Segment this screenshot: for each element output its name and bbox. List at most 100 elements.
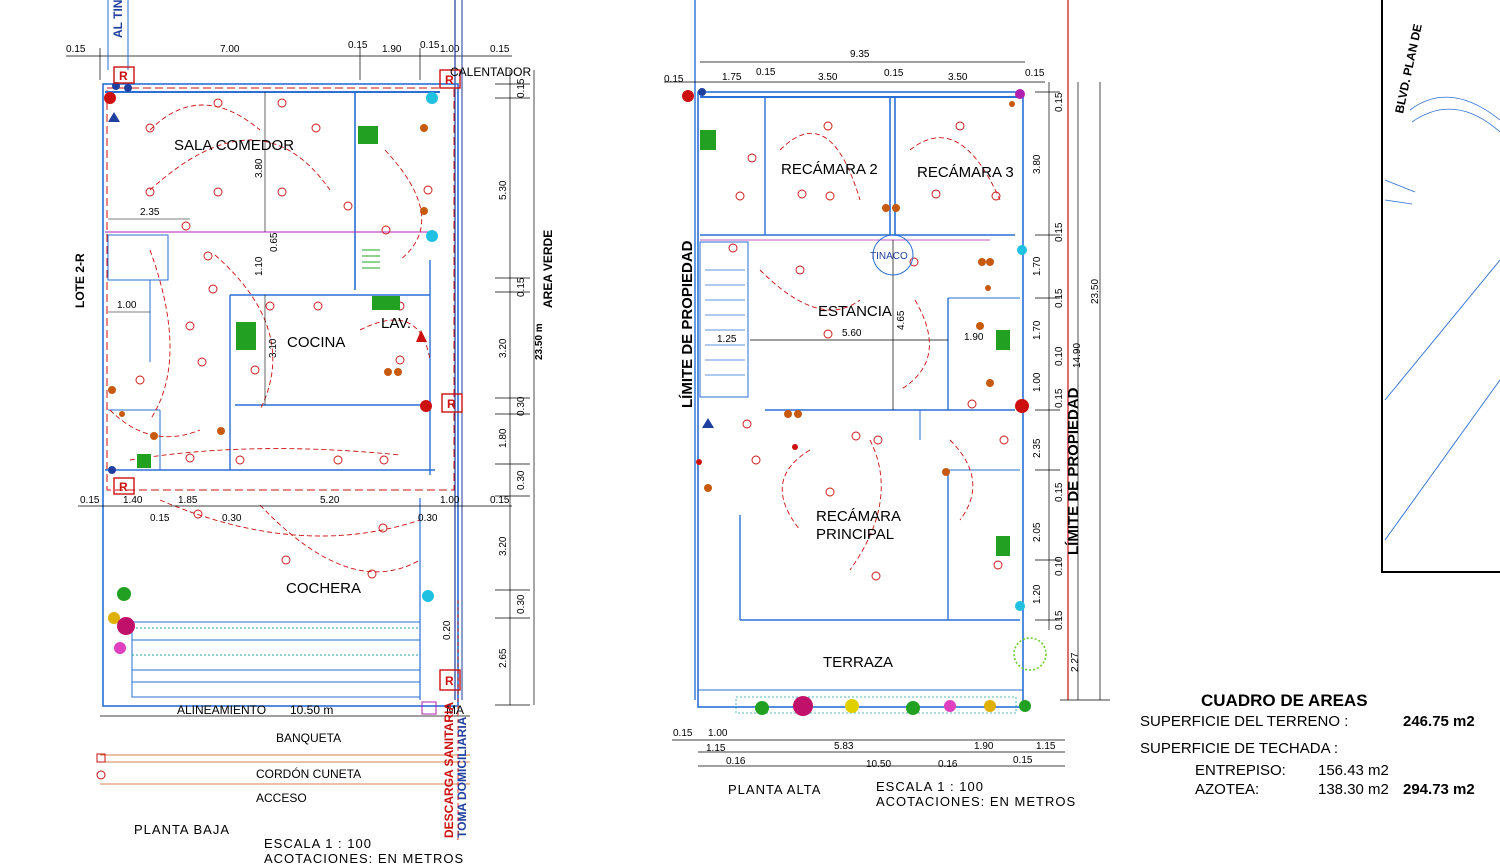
gf-dim-mid-2: 1.85 — [178, 495, 198, 506]
uf-dim-right-10: 0.15 — [1054, 482, 1065, 502]
gf-dim-inner-5: 3.10 — [268, 338, 279, 358]
uf-dim-inner-1: 5.60 — [842, 328, 862, 339]
gf-dim-right-1: 5.30 — [498, 180, 509, 200]
gf-room-living: SALA COMEDOR — [174, 137, 294, 154]
gf-heater-label: CALENTADOR — [450, 65, 531, 79]
gf-register-1: R — [113, 66, 135, 84]
gf-total-depth: 23.50 m — [534, 323, 545, 360]
uf-dim-right-5: 1.70 — [1032, 320, 1043, 340]
gf-plan-scale: ESCALA 1 : 100 — [264, 836, 372, 851]
gf-register-4: R — [113, 477, 135, 495]
gf-dim-right-6: 0.30 — [516, 470, 527, 490]
uf-dim-bottom-8: 0.16 — [938, 759, 958, 770]
gf-room-garage: COCHERA — [286, 580, 361, 597]
gf-right-green-label: AREA VERDE — [541, 230, 555, 308]
gf-dim-right-8: 0.30 — [516, 594, 527, 614]
gf-dim-top-3: 1.90 — [382, 44, 402, 55]
gf-room-kitchen: COCINA — [287, 334, 345, 351]
gf-dim-mid-5: 0.15 — [490, 495, 510, 506]
uf-dim-right-13: 1.20 — [1032, 584, 1043, 604]
gf-dim-inner-1: 2.35 — [140, 207, 160, 218]
gf-dim-mid-4: 1.00 — [440, 495, 460, 506]
gf-dim-inner-2: 0.65 — [269, 232, 280, 252]
uf-boundary-left: LÍMITE DE PROPIEDAD — [679, 240, 696, 408]
gf-dim-inner-4: 1.00 — [117, 300, 137, 311]
uf-room-master-2: PRINCIPAL — [816, 526, 894, 543]
gf-utility-sanitary: DESCARGA SANITARIA — [442, 702, 456, 838]
uf-dim-top-3: 0.15 — [756, 67, 776, 78]
gf-utility-water: TOMA DOMICILIARIA — [455, 716, 469, 838]
gf-dim-top-2: 0.15 — [348, 40, 368, 51]
uf-room-terrace: TERRAZA — [823, 654, 893, 671]
uf-dim-top-5: 0.15 — [884, 68, 904, 79]
gf-dim-right-7: 3.20 — [498, 536, 509, 556]
gf-room-laundry: LAV. — [381, 315, 411, 332]
gf-dim-right-9: 2.65 — [498, 648, 509, 668]
gf-dim-top-0: 0.15 — [66, 44, 86, 55]
uf-plan-scale: ESCALA 1 : 100 — [876, 779, 984, 794]
uf-dim-bottom-6: 0.16 — [726, 756, 746, 767]
uf-dim-bottom-3: 5.83 — [834, 741, 854, 752]
uf-dim-inner-3: 1.90 — [964, 332, 984, 343]
area-terrain-label: SUPERFICIE DEL TERRENO : — [1140, 713, 1348, 730]
uf-dim-bottom-1: 1.00 — [708, 728, 728, 739]
gf-dim-top-5: 1.00 — [440, 44, 460, 55]
gf-street-2: ACCESO — [256, 791, 307, 805]
uf-dim-right-12: 0.10 — [1054, 556, 1065, 576]
gf-dim-right-3: 3.20 — [498, 338, 509, 358]
uf-room-master-1: RECÁMARA — [816, 508, 901, 525]
gf-dim-small-2: 0.30 — [418, 513, 438, 524]
uf-dim-right-7: 1.00 — [1032, 372, 1043, 392]
gf-dim-top-1: 7.00 — [220, 44, 240, 55]
area-terrain-value: 246.75 m2 — [1403, 713, 1475, 730]
gf-alignment-label: ALINEAMIENTO — [177, 703, 266, 717]
uf-dim-right-6: 0.10 — [1054, 346, 1065, 366]
ground-floor-plan: 0.15 7.00 0.15 1.90 0.15 1.00 0.15 AL TI… — [66, 0, 555, 866]
uf-dim-top-4: 3.50 — [818, 72, 838, 83]
area-roofed-label: SUPERFICIE DE TECHADA : — [1140, 740, 1338, 757]
gf-dim-right-5: 1.80 — [498, 428, 509, 448]
uf-room-living: ESTANCIA — [818, 303, 892, 320]
uf-dim-bottom-9: 0.15 — [1013, 755, 1033, 766]
gf-dim-mid-0: 0.15 — [80, 495, 100, 506]
gf-dim-top-4: 0.15 — [420, 40, 440, 51]
gf-dim-inner-6: 0.20 — [442, 620, 453, 640]
uf-dim-right-14: 0.15 — [1054, 610, 1065, 630]
area-table-title: CUADRO DE AREAS — [1201, 691, 1368, 710]
gf-dim-top-6: 0.15 — [490, 44, 510, 55]
gf-left-lot-label: LOTE 2-R — [73, 253, 87, 308]
gf-register-5: R — [439, 669, 461, 691]
gf-dim-right-4: 0.30 — [516, 396, 527, 416]
gf-alignment-length: 10.50 m — [290, 703, 333, 717]
uf-dim-bottom-4: 1.90 — [974, 741, 994, 752]
uf-boundary-right: LÍMITE DE PROPIEDAD — [1065, 387, 1082, 555]
gf-plan-units: ACOTACIONES: EN METROS — [264, 851, 464, 866]
gf-dim-small-1: 0.30 — [222, 513, 242, 524]
area-roof-label: AZOTEA: — [1195, 781, 1259, 798]
location-street-label: BLVD. PLAN DE — [1392, 23, 1425, 115]
gf-dim-mid-1: 1.40 — [123, 495, 143, 506]
uf-dim-right-2: 0.15 — [1054, 222, 1065, 242]
uf-dim-top-1: 0.15 — [664, 74, 684, 85]
upper-floor-plan: 9.35 0.15 1.75 0.15 3.50 0.15 3.50 0.15 — [664, 0, 1110, 809]
uf-tinaco-label: TINACO — [870, 251, 908, 262]
area-mezz-label: ENTREPISO: — [1195, 762, 1286, 779]
uf-dim-right-1: 3.80 — [1032, 154, 1043, 174]
gf-dim-small-0: 0.15 — [150, 513, 170, 524]
uf-dim-bottom-2: 1.15 — [706, 743, 726, 754]
gf-dim-inner-3: 1.10 — [254, 256, 265, 276]
uf-dim-top-0: 9.35 — [850, 49, 870, 60]
area-mezz-value: 156.43 m2 — [1318, 762, 1389, 779]
uf-dim-right-0: 0.15 — [1054, 92, 1065, 112]
uf-plan-title: PLANTA ALTA — [728, 782, 821, 797]
uf-dim-right-3: 1.70 — [1032, 256, 1043, 276]
gf-label-top: AL TINA — [111, 0, 125, 38]
uf-dim-inner-0: 1.25 — [717, 334, 737, 345]
gf-register-3: R — [441, 393, 463, 413]
gf-street-0: BANQUETA — [276, 731, 341, 745]
uf-dim-inner-2: 4.65 — [896, 310, 907, 330]
svg-text:R: R — [119, 69, 128, 83]
uf-plan-units: ACOTACIONES: EN METROS — [876, 794, 1076, 809]
location-sketch: BLVD. PLAN DE — [1381, 0, 1500, 573]
uf-dim-bottom-0: 0.15 — [673, 728, 693, 739]
